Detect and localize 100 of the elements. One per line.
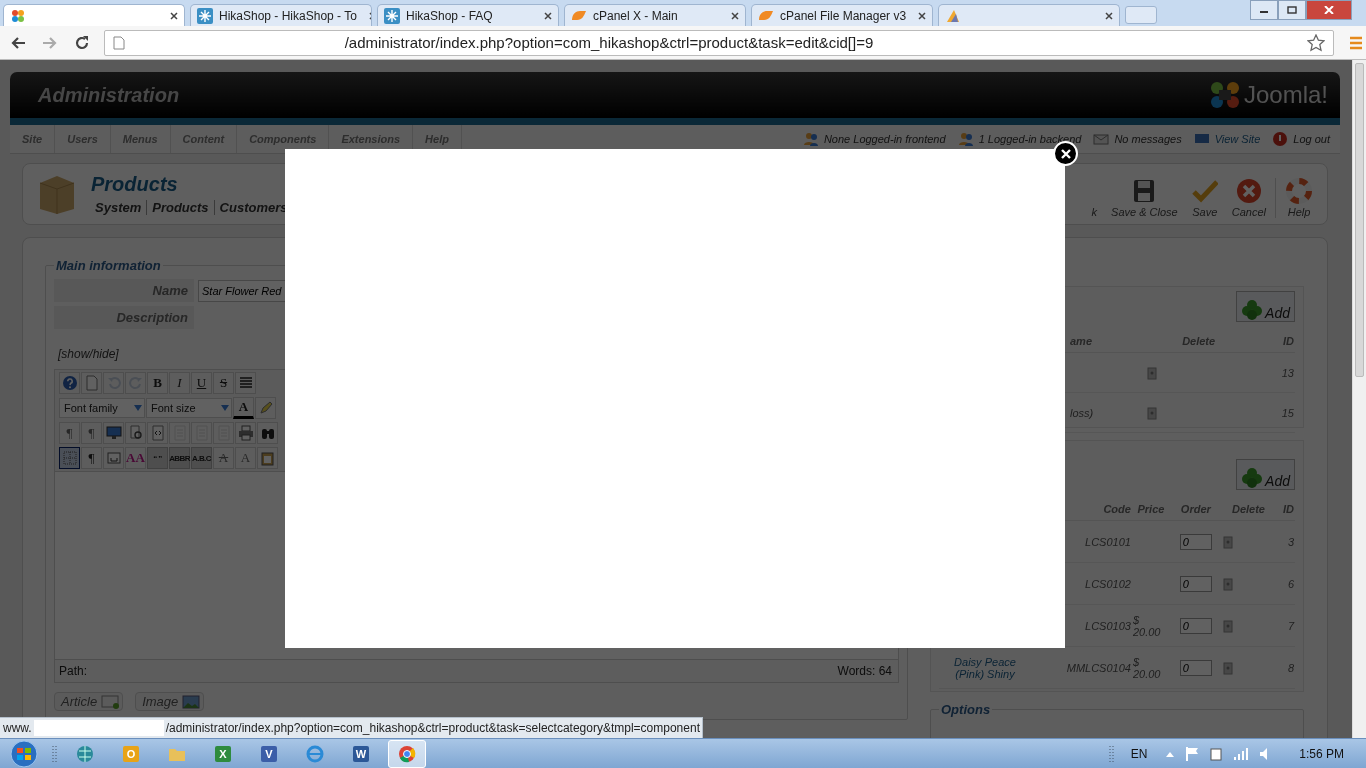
view-site-link[interactable]: View Site xyxy=(1214,133,1261,145)
taskbar-app[interactable]: X xyxy=(204,739,242,768)
bold-button[interactable]: B xyxy=(147,372,168,394)
highlighter-icon xyxy=(257,400,274,416)
grid-button[interactable] xyxy=(59,447,80,469)
taskbar-app[interactable]: W xyxy=(342,739,380,768)
trash-can-icon[interactable] xyxy=(1222,618,1233,633)
lifebuoy-icon xyxy=(1286,178,1312,204)
caret-icon xyxy=(134,405,142,411)
logout-icon xyxy=(1272,131,1289,147)
help-icon xyxy=(61,375,78,391)
plus-clover-icon xyxy=(1241,467,1264,489)
toolbar-button[interactable]: Cancel xyxy=(1226,178,1271,218)
toolbar-button[interactable]: Save & Close xyxy=(1106,178,1183,218)
browser-tab[interactable] xyxy=(938,4,1120,26)
order-field[interactable]: 0 xyxy=(1179,659,1212,676)
submenu-link[interactable]: System xyxy=(95,200,147,215)
bookmark-star-icon[interactable] xyxy=(1307,33,1326,52)
browser-tab[interactable] xyxy=(3,4,185,26)
envelope-icon xyxy=(1093,131,1110,147)
device-icon[interactable] xyxy=(1209,745,1224,762)
new-tab-button[interactable] xyxy=(1125,6,1157,24)
monitor-icon xyxy=(105,425,122,441)
monitor-button[interactable] xyxy=(103,422,124,444)
toolbar-button[interactable]: Save xyxy=(1186,178,1223,218)
table-cell: 3 xyxy=(1275,520,1295,563)
cancel-icon xyxy=(1235,178,1262,204)
toolbar-button[interactable]: k xyxy=(1086,206,1103,218)
align-justify-icon xyxy=(237,375,254,391)
page-button[interactable] xyxy=(81,372,102,394)
snowflake-icon xyxy=(197,7,213,24)
logo-text: Joomla! xyxy=(1243,81,1328,109)
font-select[interactable]: Font size xyxy=(146,398,232,418)
submenu-link[interactable]: Products xyxy=(146,200,214,215)
caret-icon xyxy=(221,405,229,411)
binoculars-button[interactable] xyxy=(257,422,278,444)
taskbar-app[interactable]: V xyxy=(250,739,288,768)
flag-icon[interactable] xyxy=(1185,745,1200,762)
trash-can-icon[interactable] xyxy=(1146,405,1157,420)
knot-logo-icon xyxy=(10,7,26,24)
strikethrough-button[interactable]: S xyxy=(213,372,234,394)
url-text: /administrator/index.php?option=com_hikashop&ctrl=product&task=selectcategory&tmpl=component xyxy=(165,721,700,735)
insert-button[interactable]: Image xyxy=(135,692,205,711)
table-cell: loss) xyxy=(1069,392,1146,433)
trash-can-icon[interactable] xyxy=(1222,534,1233,549)
code-button[interactable] xyxy=(147,422,168,444)
back-arrow-icon xyxy=(9,35,26,50)
close-icon xyxy=(731,11,739,20)
taskbar-app[interactable]: O xyxy=(112,739,150,768)
printer-icon xyxy=(237,425,254,441)
language-indicator[interactable]: EN xyxy=(1130,746,1148,761)
word-count: Words: 64 xyxy=(837,664,892,678)
browser-tab[interactable]: cPanel File Manager v3 xyxy=(751,4,933,26)
styles-button[interactable]: AA xyxy=(125,447,146,469)
trash-can-icon[interactable] xyxy=(1146,365,1157,380)
insert-button[interactable]: Article xyxy=(54,692,124,711)
clock[interactable]: 1:56 PM xyxy=(1299,746,1344,761)
show-hide-link[interactable]: [show/hide] xyxy=(58,347,119,361)
trash-can-icon[interactable] xyxy=(1222,660,1233,675)
font-select[interactable]: Font family xyxy=(59,398,145,418)
editor-button[interactable]: ¶ xyxy=(81,447,102,469)
users-icon xyxy=(802,131,819,147)
clipboard-button[interactable] xyxy=(257,447,278,469)
clipboard-icon xyxy=(259,450,276,466)
browser-tab[interactable]: HikaShop - HikaShop - To xyxy=(190,4,372,26)
minimize-button[interactable] xyxy=(1250,0,1278,20)
browser-tab[interactable]: cPanel X - Main xyxy=(564,4,746,26)
maximize-button[interactable] xyxy=(1278,0,1306,20)
table-cell: $ 20.00 xyxy=(1131,646,1170,689)
browser-tab[interactable]: HikaShop - FAQ xyxy=(377,4,559,26)
admin-title: Administration xyxy=(38,83,180,107)
menu-icon xyxy=(1350,35,1363,50)
underline-button[interactable]: U xyxy=(191,372,212,394)
order-field[interactable]: 0 xyxy=(1179,533,1212,550)
table-cell: 15 xyxy=(1251,392,1295,433)
italic-button[interactable]: I xyxy=(169,372,190,394)
taskbar-app[interactable] xyxy=(388,739,426,768)
signal-bars-icon[interactable] xyxy=(1233,746,1250,761)
help-button[interactable] xyxy=(59,372,80,394)
address-field[interactable]: /administrator/index.php?option=com_hikashop&ctrl=product&task=edit&cid[]=9 xyxy=(103,29,1335,56)
preview-button[interactable] xyxy=(125,422,146,444)
status-text: None Logged-in frontend xyxy=(823,133,946,145)
scrollbar[interactable] xyxy=(1352,60,1366,738)
url-prefix: www. xyxy=(3,721,32,735)
align-justify-button[interactable] xyxy=(235,372,256,394)
box-icon xyxy=(105,450,122,466)
printer-button[interactable] xyxy=(235,422,256,444)
close-icon xyxy=(1324,6,1334,14)
text-color-button[interactable]: A xyxy=(233,397,254,419)
users-icon xyxy=(957,131,974,147)
trash-can-icon[interactable] xyxy=(1222,576,1233,591)
toolbar-button[interactable]: Help xyxy=(1275,178,1317,218)
forward-arrow-icon xyxy=(41,35,58,50)
order-field[interactable]: 0 xyxy=(1179,575,1212,592)
box-button[interactable] xyxy=(103,447,124,469)
highlighter-button[interactable] xyxy=(255,397,276,419)
snowflake-icon xyxy=(384,7,400,24)
add-button[interactable]: Add xyxy=(1236,291,1295,322)
add-button[interactable]: Add xyxy=(1236,459,1295,490)
order-field[interactable]: 0 xyxy=(1179,617,1212,634)
